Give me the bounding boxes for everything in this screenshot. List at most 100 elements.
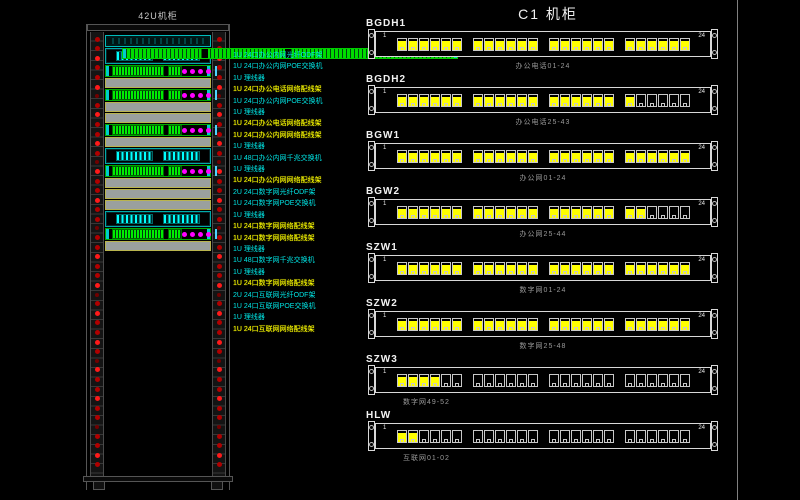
mount-hole (217, 273, 222, 278)
rj45-port (680, 374, 690, 387)
rj45-port (506, 206, 516, 219)
rack-row-manager (105, 137, 211, 147)
rack-annotation: 1U 24口办公电话网络配线架 (233, 84, 359, 95)
mount-hole (95, 406, 100, 411)
rj45-port (528, 94, 538, 107)
patch-panel: 124 (375, 255, 711, 281)
rj45-port (452, 430, 462, 443)
rj45-port (408, 38, 418, 51)
panel-block-BGDH2: BGDH2124办公电话25-43 (358, 74, 738, 128)
rj45-port (560, 38, 570, 51)
mount-hole (95, 65, 100, 70)
rj45-port (397, 94, 407, 107)
switch-ports (168, 125, 182, 135)
rj45-port (571, 262, 581, 275)
rj45-port (484, 94, 494, 107)
rj45-port (452, 94, 462, 107)
port-group (397, 150, 462, 163)
rack-annotation: 1U 24口互联网POE交换机 (233, 301, 359, 312)
mount-hole (95, 425, 99, 429)
mount-hole (217, 387, 222, 392)
mount-hole (95, 217, 100, 222)
rj45-port (582, 430, 592, 443)
port-group (625, 206, 690, 219)
port-number-first: 1 (383, 201, 386, 207)
rj45-port (452, 38, 462, 51)
port-group (473, 374, 538, 387)
fiber-ports (116, 151, 154, 161)
port-group (473, 318, 538, 331)
mount-hole (217, 122, 222, 127)
rj45-port (658, 206, 668, 219)
mount-hole (217, 415, 222, 420)
rj45-port (430, 430, 440, 443)
rj45-port (669, 430, 679, 443)
switch-ports (112, 166, 164, 176)
rack-row-manager (105, 102, 211, 112)
rj45-port (506, 38, 516, 51)
rj45-port (408, 318, 418, 331)
port-group (549, 150, 614, 163)
switch-ports (168, 66, 182, 76)
rj45-port (408, 374, 418, 387)
panel-section: C1 机柜 BGDH1124办公电话01-24BGDH2124办公电话25-43… (358, 0, 738, 500)
mount-hole (217, 132, 222, 137)
rack-annotation: 2U 24口数字网光纤ODF架 (233, 187, 359, 198)
rack-foot (211, 481, 223, 490)
port-group (397, 374, 462, 387)
rj45-port (441, 318, 451, 331)
port-group (549, 318, 614, 331)
rj45-port (473, 318, 483, 331)
rj45-port (560, 94, 570, 107)
mount-hole (95, 453, 100, 458)
rj45-port (419, 38, 429, 51)
rj45-port (484, 262, 494, 275)
mount-hole (217, 443, 222, 448)
mount-hole (217, 75, 222, 80)
rack-annotations: 1U 24口办公内网光纤ODF架1U 24口办公内网POE交换机1U 理线器1U… (233, 50, 359, 335)
port-number-last: 24 (698, 201, 705, 207)
mount-hole (95, 320, 100, 325)
mount-hole (95, 396, 100, 401)
mount-hole (95, 85, 100, 90)
rj45-port (397, 38, 407, 51)
port-number-first: 1 (383, 145, 386, 151)
panel-caption: 办公网01-24 (375, 173, 711, 183)
rj45-port (593, 206, 603, 219)
rj45-port (636, 150, 646, 163)
port-number-first: 1 (383, 425, 386, 431)
rj45-port (528, 206, 538, 219)
mount-hole (95, 415, 100, 420)
mount-hole (95, 169, 100, 174)
rj45-port (419, 430, 429, 443)
fiber-ports (163, 151, 201, 161)
port-number-first: 1 (383, 369, 386, 375)
port-group (473, 94, 538, 107)
mount-hole (95, 56, 100, 61)
rj45-port (625, 262, 635, 275)
rj45-port (669, 262, 679, 275)
rj45-port (408, 430, 418, 443)
port-group (625, 150, 690, 163)
rack-annotation: 1U 24口办公内网POE交换机 (233, 61, 359, 72)
rj45-port (582, 262, 592, 275)
patch-panel: 124 (375, 31, 711, 57)
rj45-port (473, 430, 483, 443)
rj45-port (593, 94, 603, 107)
rj45-port (441, 38, 451, 51)
mount-hole (217, 85, 222, 90)
rj45-port (506, 262, 516, 275)
port-group (549, 206, 614, 219)
rack-annotation: 1U 24口数字网POE交换机 (233, 198, 359, 209)
port-number-last: 24 (698, 425, 705, 431)
rj45-port (549, 374, 559, 387)
mount-hole (217, 396, 222, 401)
rj45-port (528, 262, 538, 275)
uplink-ports (182, 69, 211, 74)
rack-top-frame (87, 24, 229, 31)
port-group (397, 38, 462, 51)
rj45-port (517, 430, 527, 443)
port-number-last: 24 (698, 313, 705, 319)
rj45-port (430, 206, 440, 219)
rj45-port (658, 94, 668, 107)
